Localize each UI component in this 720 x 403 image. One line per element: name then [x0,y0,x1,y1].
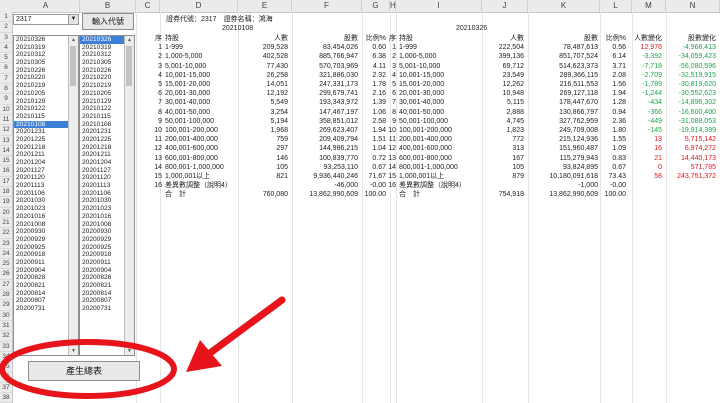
annotation-overlay [0,296,286,399]
highlight-circle [0,339,177,399]
arrow-shaft [202,296,286,360]
